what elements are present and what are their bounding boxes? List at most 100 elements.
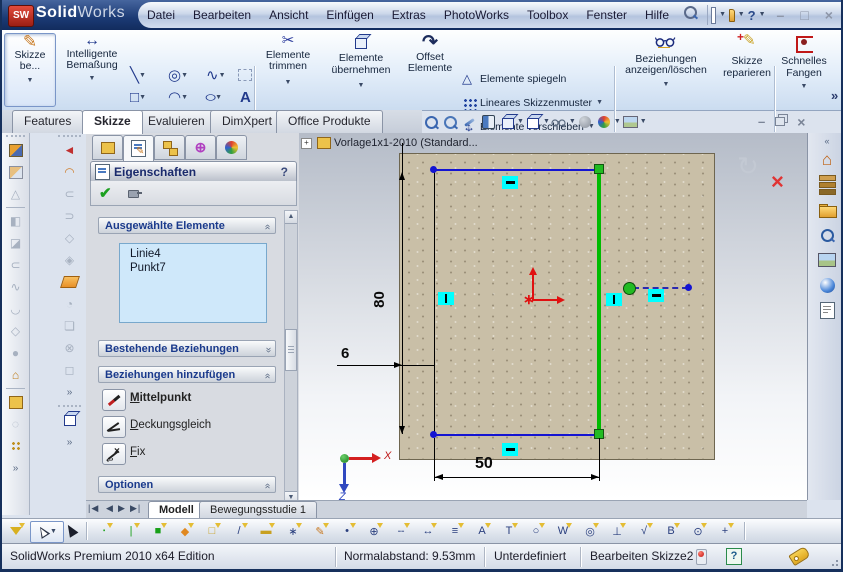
menu-datei[interactable]: Datei <box>138 2 184 28</box>
property-manager-tab[interactable]: ✎ <box>123 135 154 162</box>
trim-dropdown[interactable]: ▼ <box>285 79 292 87</box>
tab-bewegungsstudie[interactable]: Bewegungsstudie 1 <box>199 501 317 519</box>
solid-tool-icon-1[interactable] <box>7 393 25 411</box>
feature-tool-icon-1[interactable]: ◄ <box>61 141 79 159</box>
relation-badge-vertical-right[interactable] <box>606 293 622 306</box>
display-style-icon[interactable] <box>525 114 542 131</box>
filter-solid-bodies-icon[interactable]: □ <box>202 522 222 540</box>
resize-grip[interactable] <box>826 556 838 568</box>
section-view-icon[interactable] <box>480 114 497 131</box>
offset-entities-button[interactable]: ↷ Offset Elemente <box>404 33 456 105</box>
repair-sketch-button[interactable]: ✎ + Skizze reparieren <box>718 33 776 105</box>
filter-vertices-icon[interactable]: ∙ <box>94 522 114 540</box>
linear-pattern-button[interactable]: Lineares Skizzenmuster ▼ <box>462 92 612 114</box>
menu-extras[interactable]: Extras <box>383 2 435 28</box>
sketch-line-right-selected[interactable] <box>597 167 601 437</box>
menu-einfuegen[interactable]: Einfügen <box>317 2 382 28</box>
search-pane-icon[interactable] <box>815 224 839 246</box>
mirror-entities-button[interactable]: △ Elemente spiegeln <box>462 68 612 90</box>
selected-entities-listbox[interactable]: Linie4 Punkt7 <box>119 243 267 323</box>
dim80-line[interactable] <box>402 172 403 434</box>
dimension-6[interactable]: 6 <box>341 345 349 362</box>
vcr-last-button[interactable]: ▶| <box>130 503 141 514</box>
tab-features[interactable]: Features <box>12 110 83 133</box>
task-pane-collapse-chevron[interactable]: « <box>808 136 843 146</box>
zoom-area-icon[interactable] <box>442 114 459 131</box>
zoom-fit-icon[interactable] <box>423 114 440 131</box>
appearances-icon[interactable] <box>596 114 613 131</box>
origin-x-axis[interactable] <box>532 299 558 301</box>
linear-pattern-dropdown[interactable]: ▼ <box>596 99 603 107</box>
tab-office-produkte[interactable]: Office Produkte <box>276 110 383 133</box>
toolbar-a-overflow-chevron[interactable]: » <box>7 459 25 477</box>
new-document-dropdown[interactable]: ▼ <box>719 11 726 19</box>
spline-tool[interactable]: ∿▼ <box>206 67 226 84</box>
vcr-next-button[interactable]: ▶ <box>118 503 125 514</box>
ellipse-tool[interactable]: ○▼ <box>206 89 222 106</box>
origin-star-icon[interactable]: ∗ <box>523 291 535 308</box>
apply-scene-icon[interactable] <box>622 114 639 131</box>
display-relations-dropdown[interactable]: ▼ <box>663 81 670 89</box>
appearances-pane-icon[interactable] <box>815 274 839 296</box>
display-manager-tab[interactable] <box>216 135 247 160</box>
trim-box-tool[interactable] <box>238 69 252 81</box>
smart-dimension-dropdown[interactable]: ▼ <box>89 75 96 83</box>
arc-tool[interactable]: ◠▼ <box>168 89 188 106</box>
relation-badge-vertical-left[interactable] <box>438 292 454 305</box>
arc-dropdown[interactable]: ▼ <box>181 94 188 102</box>
doc-close-button[interactable]: × <box>797 114 805 130</box>
filter-sketch-points-icon[interactable]: ∗ <box>283 522 303 540</box>
feature-manager-tab[interactable] <box>92 135 123 160</box>
confirmation-rebuild-icon[interactable]: ↻ <box>737 151 759 182</box>
sketch-dropdown[interactable]: ▼ <box>27 77 34 85</box>
view-orientation-dropdown[interactable]: ▼ <box>517 118 524 126</box>
sketch-button[interactable]: ✎ Skizze be... ▼ <box>4 33 56 107</box>
section-options-chevron[interactable]: » <box>260 483 276 489</box>
planar-surface-icon[interactable] <box>61 273 79 291</box>
select-black-arrow-icon[interactable] <box>66 523 76 541</box>
relation-mittelpunkt-button[interactable] <box>102 389 126 411</box>
text-tool[interactable]: A <box>240 89 251 106</box>
new-document-icon[interactable] <box>711 7 716 24</box>
file-explorer-icon[interactable] <box>815 199 839 221</box>
filter-blocks-icon[interactable]: B <box>661 522 681 540</box>
apply-scene-dropdown[interactable]: ▼ <box>640 118 647 126</box>
filter-connection-points-icon[interactable]: + <box>715 522 735 540</box>
relation-deckungsgleich-label[interactable]: Deckungsgleich <box>130 419 211 431</box>
filter-notes-icon[interactable]: T <box>499 522 519 540</box>
pm-help-icon[interactable]: ? <box>281 165 288 179</box>
sketch-line-top[interactable] <box>434 169 600 171</box>
selected-item-linie4[interactable]: Linie4 <box>120 244 266 260</box>
dimension-80[interactable]: 80 <box>371 291 388 308</box>
filter-surface-bodies-icon[interactable]: ◆ <box>175 522 195 540</box>
centerline[interactable] <box>633 287 688 289</box>
lock-tool-icon[interactable]: ⌂ <box>7 366 25 384</box>
menu-ansicht[interactable]: Ansicht <box>260 2 317 28</box>
filter-gtol-icon[interactable]: ◎ <box>580 522 600 540</box>
filter-faces-icon[interactable]: ■ <box>148 522 168 540</box>
custom-properties-icon[interactable] <box>815 299 839 321</box>
window-close-button[interactable]: × <box>817 7 841 23</box>
vcr-prev-button[interactable]: ◀ <box>106 503 113 514</box>
sketch-line-bottom[interactable] <box>434 434 600 436</box>
section-existing-relations[interactable]: Bestehende Beziehungen » <box>98 340 276 357</box>
toggle-selection-filter-icon[interactable] <box>6 522 26 540</box>
selected-point-punkt7[interactable] <box>623 282 636 295</box>
zoom-magnet-icon[interactable] <box>461 114 478 131</box>
dimxpert-manager-tab[interactable]: ⊕ <box>185 135 216 160</box>
circle-dropdown[interactable]: ▼ <box>181 72 188 80</box>
vertex-bottom-left[interactable] <box>430 431 437 438</box>
hide-show-items-icon[interactable] <box>551 114 568 131</box>
vertex-top-right-selected[interactable] <box>594 164 604 174</box>
selected-item-punkt7[interactable]: Punkt7 <box>120 260 266 274</box>
relation-badge-equal-top[interactable] <box>502 176 518 189</box>
filter-datums-icon[interactable]: ⊥ <box>607 522 627 540</box>
spline-dropdown[interactable]: ▼ <box>219 72 226 80</box>
relation-fix-label[interactable]: Fix <box>130 446 145 458</box>
surface-tool-icon-1[interactable] <box>7 141 25 159</box>
doc-restore-button[interactable] <box>775 114 787 126</box>
centerline-endpoint[interactable] <box>685 284 692 291</box>
section-options[interactable]: Optionen » <box>98 476 276 493</box>
section-existing-chevron[interactable]: » <box>260 347 276 353</box>
display-style-dropdown[interactable]: ▼ <box>543 118 550 126</box>
